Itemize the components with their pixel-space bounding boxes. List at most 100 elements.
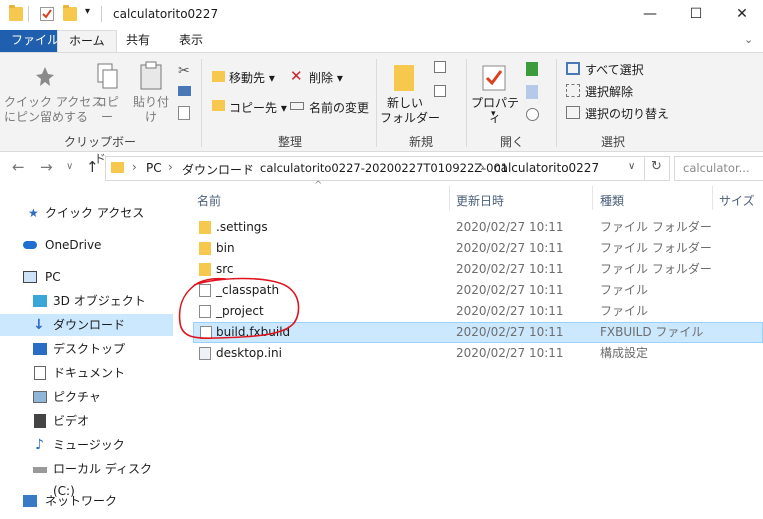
breadcrumb-separator: › xyxy=(168,160,173,174)
music-icon: ♪ xyxy=(35,437,44,453)
file-row[interactable]: desktop.ini 2020/02/27 10:11 構成設定 xyxy=(193,343,763,364)
folder-icon xyxy=(111,162,124,173)
edit-icon[interactable] xyxy=(526,85,538,99)
breadcrumb-separator: › xyxy=(132,160,137,174)
close-button[interactable]: ✕ xyxy=(719,0,763,30)
network-icon xyxy=(23,495,37,507)
move-to-button[interactable]: 移動先 ▾ xyxy=(229,69,275,86)
nav-pictures[interactable]: ピクチャ xyxy=(0,386,173,408)
move-to-label: 移動先 xyxy=(229,71,266,85)
nav-music[interactable]: ♪ ミュージック xyxy=(0,434,173,456)
column-divider[interactable] xyxy=(449,186,450,210)
open-group-label: 開く xyxy=(499,135,524,149)
file-name: desktop.ini xyxy=(216,346,282,360)
select-none-button[interactable]: 選択解除 xyxy=(585,83,633,100)
rename-button[interactable]: 名前の変更 xyxy=(309,99,369,116)
nav-label: ネットワーク xyxy=(45,494,118,508)
recent-locations-icon[interactable]: ∨ xyxy=(66,161,73,172)
cut-icon[interactable]: ✂ xyxy=(178,63,190,79)
invert-selection-icon xyxy=(566,106,580,119)
ribbon-tabs: ファイル ホーム 共有 表示 ⌄ xyxy=(0,30,763,53)
file-date: 2020/02/27 10:11 xyxy=(456,346,564,360)
invert-selection-button[interactable]: 選択の切り替え xyxy=(585,105,669,122)
title-bar: ▾ calculatorito0227 — ☐ ✕ xyxy=(0,0,763,30)
select-none-icon xyxy=(566,84,580,97)
video-icon xyxy=(34,414,46,428)
column-header-name[interactable]: 名前 xyxy=(197,192,221,209)
nav-label: ピクチャ xyxy=(53,390,101,404)
new-item-icon[interactable] xyxy=(434,61,446,73)
column-header-size[interactable]: サイズ xyxy=(719,192,755,209)
nav-videos[interactable]: ビデオ xyxy=(0,410,173,432)
nav-quick-access[interactable]: ★ クイック アクセス xyxy=(0,202,173,224)
file-row[interactable]: .settings 2020/02/27 10:11 ファイル フォルダー xyxy=(193,217,763,238)
properties-icon[interactable] xyxy=(40,7,54,21)
paste-icon xyxy=(139,61,163,94)
breadcrumb-pc[interactable]: PC xyxy=(146,161,162,175)
customize-toolbar-icon[interactable]: ▾ xyxy=(85,6,90,17)
nav-network[interactable]: ネットワーク xyxy=(0,490,173,512)
delete-button[interactable]: 削除 ▾ xyxy=(309,69,343,86)
column-header-type[interactable]: 種類 xyxy=(600,192,624,209)
column-divider[interactable] xyxy=(712,186,713,210)
open-icon[interactable] xyxy=(526,62,538,76)
pin-quick-access-button[interactable]: クイック アクセス にピン留めする xyxy=(4,95,103,125)
breadcrumb-archive-folder[interactable]: calculatorito0227-20200227T010922Z-001 xyxy=(260,161,508,175)
address-bar[interactable]: › PC › ダウンロード › calculatorito0227-202002… xyxy=(105,156,670,181)
nav-label: PC xyxy=(45,270,61,284)
maximize-button[interactable]: ☐ xyxy=(673,0,719,30)
new-folder-icon[interactable] xyxy=(63,5,77,21)
easy-access-icon[interactable] xyxy=(434,85,446,97)
minimize-button[interactable]: — xyxy=(627,0,673,30)
column-header-date[interactable]: 更新日時 xyxy=(456,192,504,209)
back-arrow-icon[interactable]: ← xyxy=(12,158,25,176)
search-box[interactable]: calculator... xyxy=(674,156,763,181)
breadcrumb-current-folder[interactable]: calculatorito0227 xyxy=(494,161,599,175)
file-type: ファイル xyxy=(600,283,649,297)
copy-button[interactable]: コピー xyxy=(92,95,122,125)
tab-share[interactable]: 共有 xyxy=(115,30,161,52)
tab-home[interactable]: ホーム xyxy=(57,30,117,53)
properties-dropdown-icon[interactable]: ▾ xyxy=(491,109,496,119)
star-icon: ★ xyxy=(28,206,39,220)
file-name: bin xyxy=(216,241,235,255)
file-type: FXBUILD ファイル xyxy=(600,325,704,339)
up-arrow-icon[interactable]: ↑ xyxy=(86,158,99,176)
picture-icon xyxy=(33,391,47,403)
properties-big-icon xyxy=(482,65,506,94)
nav-pc[interactable]: PC xyxy=(0,266,173,288)
select-all-button[interactable]: すべて選択 xyxy=(585,61,644,78)
address-dropdown-icon[interactable]: ∨ xyxy=(628,161,635,172)
breadcrumb-downloads[interactable]: ダウンロード xyxy=(182,161,254,178)
nav-desktop[interactable]: デスクトップ xyxy=(0,338,173,360)
breadcrumb-separator: › xyxy=(480,160,485,174)
nav-onedrive[interactable]: OneDrive xyxy=(0,234,173,256)
copy-icon xyxy=(96,62,118,95)
group-separator xyxy=(201,59,202,147)
nav-downloads[interactable]: ↓ ダウンロード xyxy=(0,314,173,336)
refresh-icon[interactable]: ↻ xyxy=(651,159,662,174)
file-date: 2020/02/27 10:11 xyxy=(456,220,564,234)
copy-to-button[interactable]: コピー先 ▾ xyxy=(229,99,287,116)
paste-shortcut-icon[interactable] xyxy=(178,106,190,120)
ribbon-expand-icon[interactable]: ⌄ xyxy=(744,33,753,46)
nav-3d-objects[interactable]: 3D オブジェクト xyxy=(0,290,173,312)
file-row[interactable]: bin 2020/02/27 10:11 ファイル フォルダー xyxy=(193,238,763,259)
tab-view[interactable]: 表示 xyxy=(168,30,214,52)
paste-button[interactable]: 貼り付け xyxy=(128,95,174,125)
file-type: 構成設定 xyxy=(600,346,649,360)
nav-local-disk[interactable]: ローカル ディスク (C:) xyxy=(0,458,173,498)
copy-to-label: コピー先 xyxy=(229,101,278,115)
group-separator xyxy=(556,59,557,147)
divider xyxy=(101,6,102,22)
download-icon: ↓ xyxy=(33,317,45,333)
nav-documents[interactable]: ドキュメント xyxy=(0,362,173,384)
history-icon[interactable] xyxy=(526,108,539,121)
column-divider[interactable] xyxy=(592,186,593,210)
nav-label: 3D オブジェクト xyxy=(53,294,146,308)
annotation-circle xyxy=(178,277,300,340)
new-folder-button[interactable]: 新しい フォルダー xyxy=(380,96,440,126)
settings-file-icon xyxy=(199,347,211,360)
copy-path-icon[interactable] xyxy=(178,86,191,96)
forward-arrow-icon[interactable]: → xyxy=(40,158,53,176)
